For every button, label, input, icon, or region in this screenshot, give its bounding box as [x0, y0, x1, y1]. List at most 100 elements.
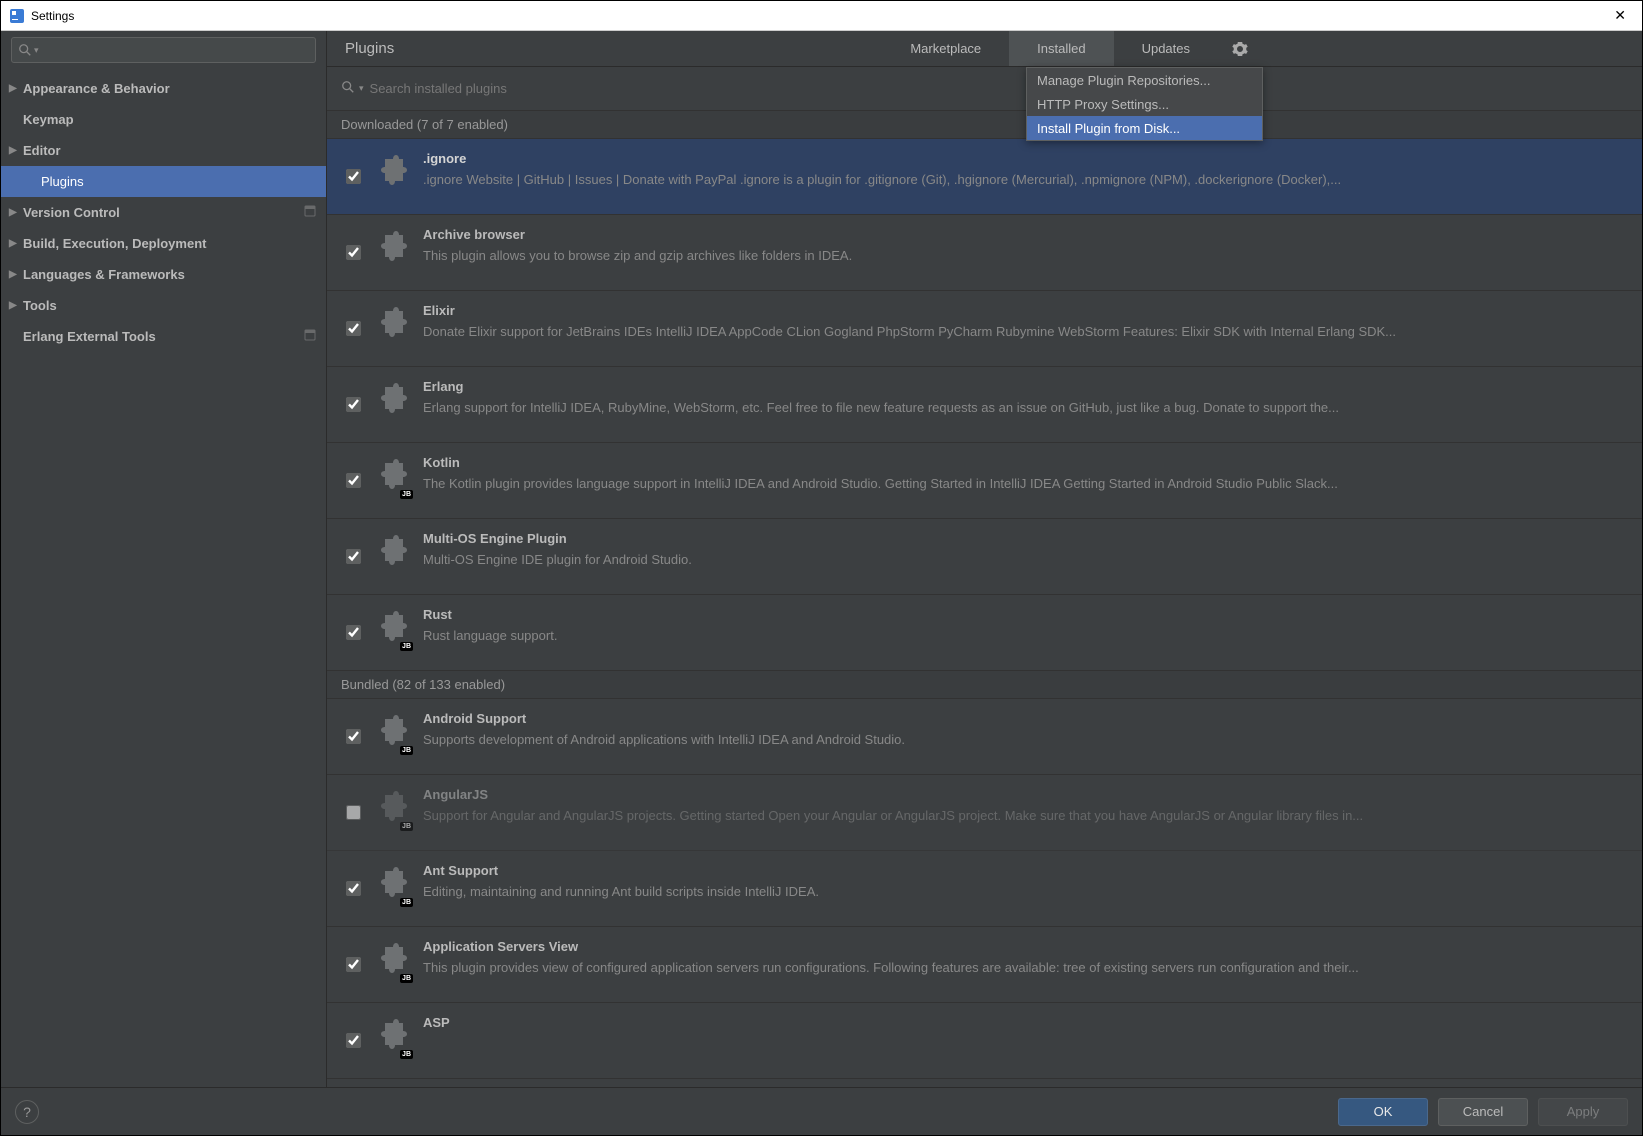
sidebar-item-plugins[interactable]: Plugins: [1, 166, 326, 197]
plugin-icon: [371, 305, 411, 345]
sidebar-item-label: Languages & Frameworks: [23, 267, 185, 282]
sidebar-item-label: Keymap: [23, 112, 74, 127]
sidebar-item-editor[interactable]: ▶ Editor: [1, 135, 326, 166]
plugin-icon: [371, 153, 411, 193]
chevron-right-icon: ▶: [9, 238, 19, 249]
sidebar-item-erlang-external-tools[interactable]: Erlang External Tools: [1, 321, 326, 352]
plugin-checkbox-wrap: [341, 301, 365, 336]
sidebar-item-label: Build, Execution, Deployment: [23, 236, 206, 251]
plugin-icon: JB: [371, 789, 411, 829]
plugin-text: Application Servers ViewThis plugin prov…: [423, 937, 1628, 975]
tabs: MarketplaceInstalledUpdates: [882, 31, 1262, 66]
plugin-name: AngularJS: [423, 787, 1628, 802]
menu-item-install-plugin-from-disk[interactable]: Install Plugin from Disk...: [1027, 116, 1262, 140]
plugin-checkbox-wrap: [341, 785, 365, 820]
plugin-description: This plugin provides view of configured …: [423, 960, 1628, 975]
tab-marketplace[interactable]: Marketplace: [882, 31, 1009, 66]
plugin-enable-checkbox[interactable]: [346, 169, 361, 184]
jetbrains-badge-icon: JB: [400, 642, 413, 651]
sidebar-item-tools[interactable]: ▶Tools: [1, 290, 326, 321]
sidebar-item-label: Erlang External Tools: [23, 329, 156, 344]
plugin-text: Ant SupportEditing, maintaining and runn…: [423, 861, 1628, 899]
sidebar-item-label: Appearance & Behavior: [23, 81, 170, 96]
search-dropdown-icon[interactable]: ▾: [34, 45, 39, 56]
plugin-enable-checkbox[interactable]: [346, 549, 361, 564]
plugin-row[interactable]: JB ASP: [327, 1003, 1642, 1079]
plugin-checkbox-wrap: [341, 149, 365, 184]
plugin-name: Android Support: [423, 711, 1628, 726]
plugin-name: ASP: [423, 1015, 1628, 1030]
plugin-enable-checkbox[interactable]: [346, 1033, 361, 1048]
project-badge-icon: [304, 329, 316, 344]
plugin-text: RustRust language support.: [423, 605, 1628, 643]
plugin-icon: JB: [371, 609, 411, 649]
menu-item-http-proxy-settings[interactable]: HTTP Proxy Settings...: [1027, 92, 1262, 116]
plugin-row[interactable]: Archive browserThis plugin allows you to…: [327, 215, 1642, 291]
plugin-checkbox-wrap: [341, 605, 365, 640]
sidebar-item-appearance-behavior[interactable]: ▶Appearance & Behavior: [1, 73, 326, 104]
menu-item-manage-plugin-repositories[interactable]: Manage Plugin Repositories...: [1027, 68, 1262, 92]
plugin-icon: [371, 229, 411, 269]
close-button[interactable]: ✕: [1606, 3, 1634, 28]
plugin-name: Erlang: [423, 379, 1628, 394]
plugin-row[interactable]: JB KotlinThe Kotlin plugin provides langu…: [327, 443, 1642, 519]
plugin-row[interactable]: ElixirDonate Elixir support for JetBrain…: [327, 291, 1642, 367]
plugin-icon: JB: [371, 865, 411, 905]
project-badge-icon: [304, 205, 316, 220]
cancel-button[interactable]: Cancel: [1438, 1098, 1528, 1126]
settings-window: Settings ✕ ▾ ▶Appearance & BehaviorKeyma…: [0, 0, 1643, 1136]
sidebar-item-version-control[interactable]: ▶Version Control: [1, 197, 326, 228]
sidebar-item-keymap[interactable]: Keymap: [1, 104, 326, 135]
help-button[interactable]: ?: [15, 1100, 39, 1124]
tab-updates[interactable]: Updates: [1114, 31, 1218, 66]
plugin-enable-checkbox[interactable]: [346, 805, 361, 820]
body: ▾ ▶Appearance & BehaviorKeymap▶EditorPlu…: [1, 31, 1642, 1087]
plugin-row[interactable]: JB RustRust language support.: [327, 595, 1642, 671]
plugin-checkbox-wrap: [341, 529, 365, 564]
plugin-row[interactable]: JBApplication Servers ViewThis plugin pr…: [327, 927, 1642, 1003]
sidebar-item-languages-frameworks[interactable]: ▶ Languages & Frameworks: [1, 259, 326, 290]
plugin-icon: JB: [371, 1017, 411, 1057]
search-icon: [341, 80, 355, 97]
jetbrains-badge-icon: JB: [400, 898, 413, 907]
plugin-row[interactable]: .ignore.ignore Website | GitHub | Issues…: [327, 139, 1642, 215]
chevron-right-icon: ▶: [9, 145, 19, 156]
plugin-text: AngularJS Support for Angular and Angular…: [423, 785, 1628, 823]
plugin-checkbox-wrap: [341, 225, 365, 260]
section-header: Downloaded (7 of 7 enabled): [327, 111, 1642, 139]
plugin-list[interactable]: Downloaded (7 of 7 enabled).ignore.ignor…: [327, 111, 1642, 1087]
plugin-row[interactable]: JB AngularJS Support for Angular and Angul…: [327, 775, 1642, 851]
plugin-row[interactable]: JBAndroid SupportSupports development of…: [327, 699, 1642, 775]
jetbrains-badge-icon: JB: [400, 490, 413, 499]
plugin-checkbox-wrap: [341, 1013, 365, 1048]
plugin-enable-checkbox[interactable]: [346, 957, 361, 972]
chevron-right-icon: ▶: [9, 269, 19, 280]
plugin-description: This plugin allows you to browse zip and…: [423, 248, 1628, 263]
plugin-search-input[interactable]: [370, 81, 1628, 96]
plugin-checkbox-wrap: [341, 861, 365, 896]
plugin-enable-checkbox[interactable]: [346, 473, 361, 488]
plugin-row[interactable]: JB Ant SupportEditing, maintaining and ru…: [327, 851, 1642, 927]
plugin-checkbox-wrap: [341, 377, 365, 412]
plugin-enable-checkbox[interactable]: [346, 397, 361, 412]
plugin-description: Erlang support for IntelliJ IDEA, RubyMi…: [423, 400, 1628, 415]
sidebar-search[interactable]: ▾: [11, 37, 316, 63]
plugin-enable-checkbox[interactable]: [346, 625, 361, 640]
tab-installed[interactable]: Installed: [1009, 31, 1113, 66]
plugin-enable-checkbox[interactable]: [346, 729, 361, 744]
sidebar-item-build-execution-deployment[interactable]: ▶ Build, Execution, Deployment: [1, 228, 326, 259]
plugin-row[interactable]: Multi-OS Engine PluginMulti-OS Engine ID…: [327, 519, 1642, 595]
plugin-row[interactable]: Erlang Erlang support for IntelliJ IDEA, …: [327, 367, 1642, 443]
plugin-enable-checkbox[interactable]: [346, 321, 361, 336]
plugin-checkbox-wrap: [341, 709, 365, 744]
gear-button[interactable]: [1218, 31, 1262, 66]
plugin-text: KotlinThe Kotlin plugin provides languag…: [423, 453, 1628, 491]
plugin-enable-checkbox[interactable]: [346, 881, 361, 896]
plugin-enable-checkbox[interactable]: [346, 245, 361, 260]
sidebar-item-label: Editor: [23, 143, 61, 158]
plugin-name: Rust: [423, 607, 1628, 622]
apply-button[interactable]: Apply: [1538, 1098, 1628, 1126]
search-filter-icon[interactable]: ▾: [359, 83, 364, 94]
plugin-description: Support for Angular and AngularJS projec…: [423, 808, 1628, 823]
ok-button[interactable]: OK: [1338, 1098, 1428, 1126]
